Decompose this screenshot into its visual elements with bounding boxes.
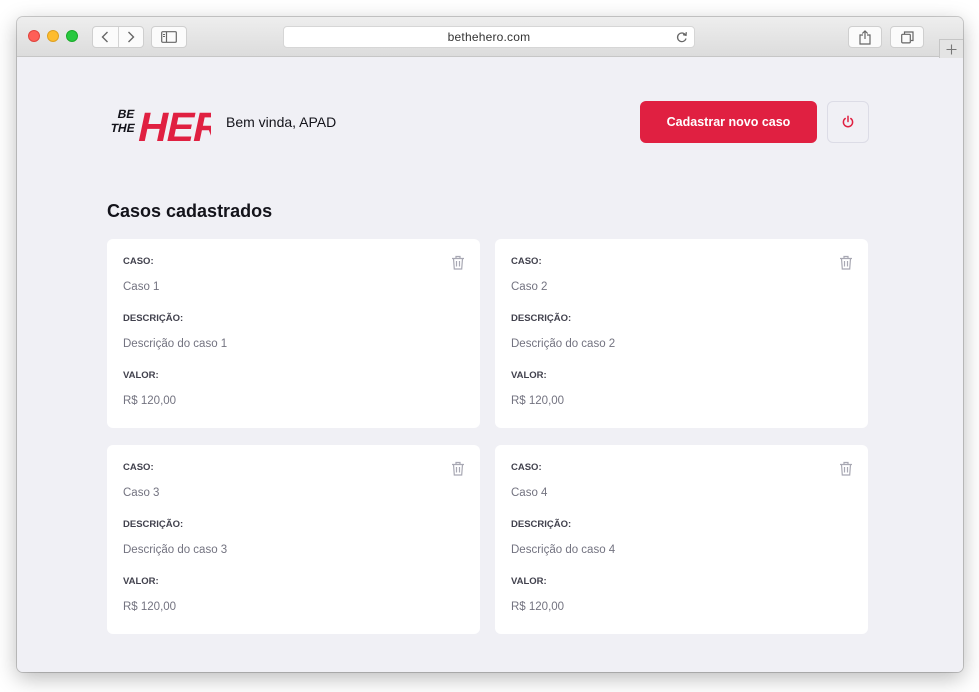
case-value: R$ 120,00 xyxy=(123,601,177,613)
power-icon xyxy=(842,115,854,128)
svg-text:THE: THE xyxy=(109,121,136,135)
delete-case-button[interactable] xyxy=(451,461,465,476)
case-value: R$ 120,00 xyxy=(123,395,177,407)
back-button[interactable] xyxy=(93,27,118,47)
trash-icon xyxy=(840,255,852,270)
description-label: DESCRIÇÃO: xyxy=(123,519,184,530)
tabs-icon xyxy=(900,30,914,44)
forward-button[interactable] xyxy=(117,27,144,47)
new-tab-button[interactable] xyxy=(939,39,963,58)
description-label: DESCRIÇÃO: xyxy=(511,519,572,530)
chevron-right-icon xyxy=(127,31,135,43)
case-name: Caso 3 xyxy=(123,487,160,499)
address-bar[interactable]: bethehero.com xyxy=(283,26,695,48)
new-case-button[interactable]: Cadastrar novo caso xyxy=(640,101,817,143)
case-label: CASO: xyxy=(511,462,542,473)
case-name: Caso 2 xyxy=(511,281,548,293)
sidebar-toggle-button[interactable] xyxy=(151,26,187,48)
description-label: DESCRIÇÃO: xyxy=(511,313,572,324)
window-minimize-button[interactable] xyxy=(47,30,59,42)
case-label: CASO: xyxy=(123,462,154,473)
value-label: VALOR: xyxy=(511,576,547,587)
url-text: bethehero.com xyxy=(447,30,531,44)
case-description: Descrição do caso 2 xyxy=(511,338,616,350)
page-title: Casos cadastrados xyxy=(107,201,273,221)
case-label: CASO: xyxy=(123,256,154,267)
case-card: CASO: Caso 4 DESCRIÇÃO: Descrição do cas… xyxy=(495,445,868,634)
delete-case-button[interactable] xyxy=(839,461,853,476)
share-icon xyxy=(859,29,871,45)
value-label: VALOR: xyxy=(123,370,159,381)
trash-icon xyxy=(840,461,852,476)
browser-toolbar: bethehero.com xyxy=(17,17,963,58)
share-button[interactable] xyxy=(848,26,882,48)
delete-case-button[interactable] xyxy=(451,255,465,270)
reload-icon[interactable] xyxy=(675,31,688,44)
case-value: R$ 120,00 xyxy=(511,395,565,407)
case-label: CASO: xyxy=(511,256,542,267)
plus-icon xyxy=(946,44,957,54)
window-maximize-button[interactable] xyxy=(66,30,78,42)
tab-overview-button[interactable] xyxy=(890,26,924,48)
logout-button[interactable] xyxy=(827,101,869,143)
case-description: Descrição do caso 3 xyxy=(123,544,228,556)
case-name: Caso 1 xyxy=(123,281,160,293)
case-name: Caso 4 xyxy=(511,487,548,499)
case-card: CASO: Caso 3 DESCRIÇÃO: Descrição do cas… xyxy=(107,445,480,634)
window-close-button[interactable] xyxy=(28,30,40,42)
chevron-left-icon xyxy=(101,31,109,43)
value-label: VALOR: xyxy=(511,370,547,381)
trash-icon xyxy=(452,255,464,270)
sidebar-icon xyxy=(161,31,177,43)
trash-icon xyxy=(452,461,464,476)
description-label: DESCRIÇÃO: xyxy=(123,313,184,324)
case-card: CASO: Caso 1 DESCRIÇÃO: Descrição do cas… xyxy=(107,239,480,428)
case-description: Descrição do caso 1 xyxy=(123,338,228,350)
case-value: R$ 120,00 xyxy=(511,601,565,613)
page-content: BE THE HERO Bem vinda, APAD Cadastrar no… xyxy=(17,58,963,672)
history-nav-group xyxy=(92,26,144,48)
welcome-text: Bem vinda, APAD xyxy=(226,114,337,130)
delete-case-button[interactable] xyxy=(839,255,853,270)
value-label: VALOR: xyxy=(123,576,159,587)
case-card: CASO: Caso 2 DESCRIÇÃO: Descrição do cas… xyxy=(495,239,868,428)
be-the-hero-logo: BE THE HERO xyxy=(109,103,211,145)
svg-text:BE: BE xyxy=(116,107,136,121)
browser-window: bethehero.com BE THE HERO Bem vinda, APA… xyxy=(17,17,963,672)
svg-text:HERO: HERO xyxy=(134,103,211,145)
case-description: Descrição do caso 4 xyxy=(511,544,616,556)
